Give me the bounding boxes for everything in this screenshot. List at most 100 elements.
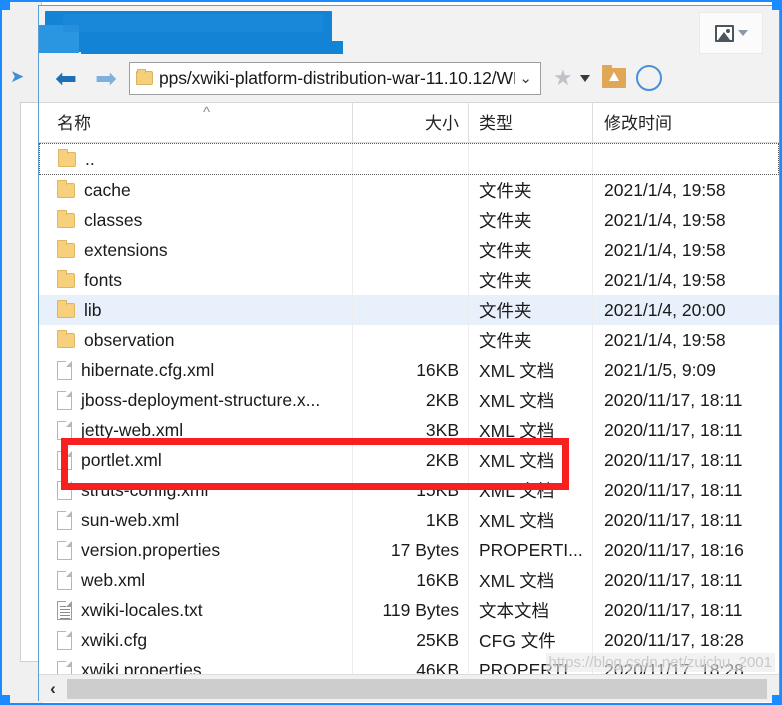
cell-name: struts-config.xml <box>39 475 353 505</box>
file-icon <box>57 450 72 470</box>
cell-size: 2KB <box>353 385 469 415</box>
cell-name: observation <box>39 325 353 355</box>
file-icon <box>57 540 72 560</box>
cell-type: 文件夹 <box>469 325 593 355</box>
cell-modified: 2021/1/4, 19:58 <box>604 239 726 260</box>
table-row[interactable]: lib 文件夹 2021/1/4, 20:00 <box>39 295 779 325</box>
folder-icon <box>136 69 153 85</box>
cell-type: 文件夹 <box>469 235 593 265</box>
scroll-left-arrow-icon[interactable]: ‹ <box>39 675 67 702</box>
table-row[interactable]: sun-web.xml 1KB XML 文档 2020/11/17, 18:11 <box>39 505 779 535</box>
cell-modified: 2021/1/4, 20:00 <box>604 299 726 320</box>
folder-icon <box>57 239 75 258</box>
file-icon <box>57 360 72 380</box>
folder-icon <box>57 179 75 198</box>
folder-icon <box>57 209 75 228</box>
column-header-modified[interactable]: 修改时间 <box>593 103 779 142</box>
cell-size: 16KB <box>353 565 469 595</box>
favorites-star-icon[interactable]: ★ <box>553 67 573 89</box>
cell-size: 1KB <box>353 505 469 535</box>
back-button[interactable]: ⬅ <box>49 61 83 95</box>
cell-type <box>469 144 593 174</box>
table-row[interactable]: jboss-deployment-structure.x... 2KB XML 文档… <box>39 385 779 415</box>
table-row[interactable]: hibernate.cfg.xml 16KB XML 文档 2021/1/5, 9:0… <box>39 355 779 385</box>
file-icon <box>57 630 72 650</box>
table-row[interactable]: observation 文件夹 2021/1/4, 19:58 <box>39 325 779 355</box>
favorites-caret-icon[interactable] <box>579 74 590 82</box>
table-row[interactable]: xwiki-locales.txt 119 Bytes 文本文档 2020/11/17… <box>39 595 779 625</box>
address-path-text[interactable]: pps/xwiki-platform-distribution-war-11.1… <box>159 68 515 89</box>
column-header-size[interactable]: 大小 <box>353 103 469 142</box>
cell-type: XML 文档 <box>469 505 593 535</box>
cell-modified: 2021/1/4, 19:58 <box>604 329 726 350</box>
cell-type: XML 文档 <box>469 415 593 445</box>
table-row[interactable]: classes 文件夹 2021/1/4, 19:58 <box>39 205 779 235</box>
cell-modified: 2020/11/17, 18:11 <box>604 569 743 590</box>
horizontal-scrollbar[interactable]: ‹ <box>39 674 779 702</box>
capture-handle-top-right[interactable] <box>772 0 782 10</box>
table-row[interactable]: xwiki.cfg 25KB CFG 文件 2020/11/17, 18:28 <box>39 625 779 655</box>
cell-size: 2KB <box>353 445 469 475</box>
address-dropdown-icon[interactable]: ⌄ <box>515 69 536 87</box>
cell-modified <box>593 144 778 174</box>
cell-type: XML 文档 <box>469 475 593 505</box>
cell-type: XML 文档 <box>469 565 593 595</box>
cell-modified: 2021/1/4, 19:58 <box>604 269 726 290</box>
file-icon <box>57 390 72 410</box>
refresh-circle-icon[interactable] <box>635 65 662 91</box>
cell-modified: 2020/11/17, 18:16 <box>604 539 744 560</box>
file-icon <box>57 480 72 500</box>
folder-icon <box>57 299 75 318</box>
file-icon <box>57 420 72 440</box>
sort-ascending-icon: ^ <box>203 104 211 121</box>
cell-modified: 2020/11/17, 18:11 <box>604 509 743 530</box>
file-name-label: .. <box>85 148 95 169</box>
cell-name: web.xml <box>39 565 353 595</box>
cell-type: XML 文档 <box>469 445 593 475</box>
capture-handle-bottom-right[interactable] <box>772 695 782 705</box>
table-row[interactable]: .. <box>39 143 779 175</box>
cell-size <box>353 295 469 325</box>
cell-type: PROPERTI... <box>469 535 593 565</box>
table-row[interactable]: struts-config.xml 15KB XML 文档 2020/11/17, 1… <box>39 475 779 505</box>
cell-size: 25KB <box>353 625 469 655</box>
scrollbar-thumb[interactable] <box>67 678 767 699</box>
cell-name: xwiki-locales.txt <box>39 595 353 625</box>
capture-handle-bottom-left[interactable] <box>0 695 10 705</box>
cell-modified: 2021/1/4, 19:58 <box>604 179 726 200</box>
cell-name: .. <box>40 144 354 174</box>
file-rows-container: .. cache 文件夹 2021/1/4, 19:58 classes 文件夹 2021/… <box>39 143 779 685</box>
cell-size <box>353 144 469 174</box>
file-icon <box>57 570 72 590</box>
table-row[interactable]: portlet.xml 2KB XML 文档 2020/11/17, 18:11 <box>39 445 779 475</box>
file-name-label: jboss-deployment-structure.x... <box>81 389 321 410</box>
background-arrow-icon: ➤ <box>10 67 25 86</box>
forward-button[interactable]: ➡ <box>89 61 123 95</box>
cell-name: portlet.xml <box>39 445 353 475</box>
table-row[interactable]: web.xml 16KB XML 文档 2020/11/17, 18:11 <box>39 565 779 595</box>
address-bar[interactable]: pps/xwiki-platform-distribution-war-11.1… <box>129 61 541 95</box>
capture-handle-top-left[interactable] <box>0 0 10 10</box>
file-name-label: xwiki-locales.txt <box>81 599 203 620</box>
column-header-type[interactable]: 类型 <box>469 103 593 142</box>
table-row[interactable]: version.properties 17 Bytes PROPERTI... 202… <box>39 535 779 565</box>
table-row[interactable]: jetty-web.xml 3KB XML 文档 2020/11/17, 18:11 <box>39 415 779 445</box>
cell-type: 文件夹 <box>469 265 593 295</box>
file-name-label: sun-web.xml <box>81 509 180 530</box>
column-header-name[interactable]: 名称 ^ <box>39 103 353 142</box>
folder-up-icon[interactable] <box>601 65 626 88</box>
picture-view-button[interactable] <box>699 12 763 54</box>
cell-size: 3KB <box>353 415 469 445</box>
cell-name: xwiki.cfg <box>39 625 353 655</box>
cell-modified: 2021/1/4, 19:58 <box>604 209 726 230</box>
cell-modified: 2021/1/5, 9:09 <box>604 359 716 380</box>
table-row[interactable]: extensions 文件夹 2021/1/4, 19:58 <box>39 235 779 265</box>
file-name-label: fonts <box>84 269 122 290</box>
window-title-bar <box>39 6 779 57</box>
caret-down-icon[interactable] <box>737 30 748 36</box>
table-row[interactable]: fonts 文件夹 2021/1/4, 19:58 <box>39 265 779 295</box>
cell-type: 文件夹 <box>469 175 593 205</box>
file-name-label: portlet.xml <box>81 449 162 470</box>
table-row[interactable]: cache 文件夹 2021/1/4, 19:58 <box>39 175 779 205</box>
cell-modified: 2020/11/17, 18:11 <box>604 479 743 500</box>
